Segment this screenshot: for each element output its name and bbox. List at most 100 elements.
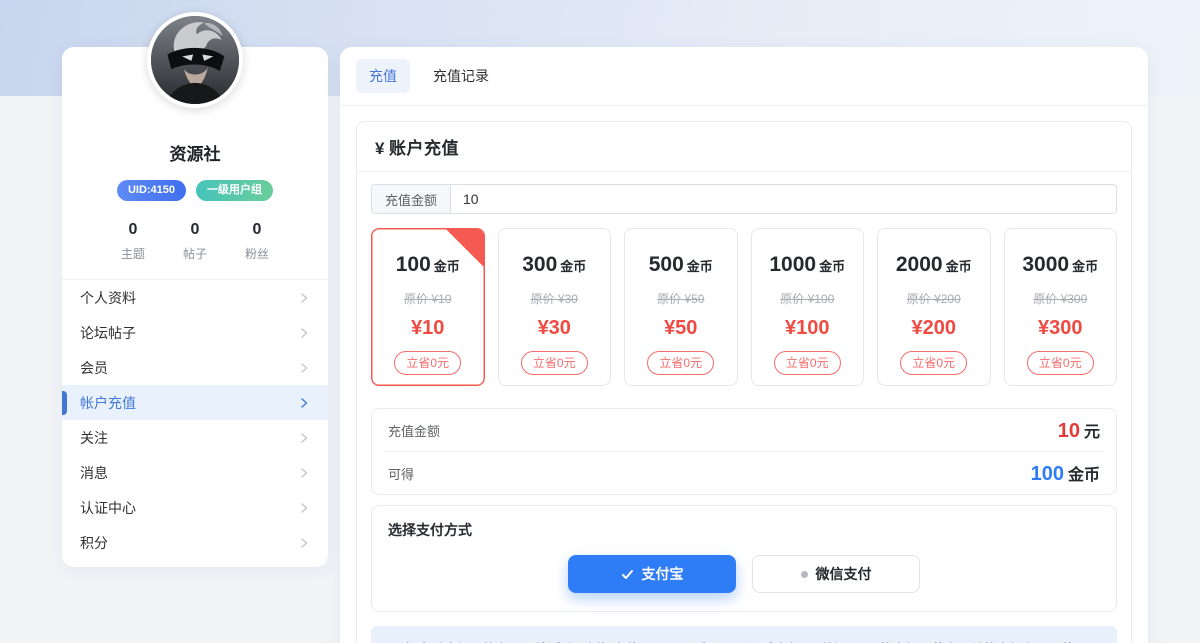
menu-item-label: 帐户充值 bbox=[80, 393, 136, 413]
package-card[interactable]: 3000金币 原价 ¥300 ¥300 立省0元 bbox=[1004, 228, 1118, 386]
sidebar-menu-item[interactable]: 个人资料 bbox=[62, 280, 328, 315]
chevron-right-icon bbox=[298, 362, 310, 374]
sidebar-menu-item[interactable]: 论坛帖子 bbox=[62, 315, 328, 350]
package-save-pill: 立省0元 bbox=[900, 351, 967, 375]
payment-section-title: 选择支付方式 bbox=[388, 520, 1100, 540]
package-coins-unit: 金币 bbox=[560, 259, 586, 274]
summary-amount-unit: 元 bbox=[1084, 424, 1100, 441]
package-coins-unit: 金币 bbox=[687, 259, 713, 274]
avatar bbox=[147, 12, 243, 108]
package-coins-number: 2000 bbox=[896, 253, 943, 276]
yen-icon: ¥ bbox=[375, 139, 385, 158]
profile-sidebar: 资源社 UID:4150一级用户组 0 主题 0 帖子 0 粉丝 个人资料 bbox=[62, 47, 328, 567]
package-card[interactable]: 500金币 原价 ¥50 ¥50 立省0元 bbox=[624, 228, 738, 386]
sidebar-menu-item[interactable]: 消息 bbox=[62, 455, 328, 490]
chevron-right-icon bbox=[298, 502, 310, 514]
package-coins-unit: 金币 bbox=[946, 259, 972, 274]
tab[interactable]: 充值 bbox=[356, 59, 410, 93]
package-card[interactable]: 100金币 原价 ¥10 ¥10 立省0元 bbox=[371, 228, 485, 386]
package-save-pill: 立省0元 bbox=[394, 351, 461, 375]
recharge-amount-input[interactable] bbox=[451, 185, 1116, 213]
summary-amount-number: 10 bbox=[1058, 420, 1080, 442]
payment-method-button[interactable]: 微信支付 bbox=[752, 555, 920, 593]
menu-item-label: 消息 bbox=[80, 463, 108, 483]
stat-item: 0 帖子 bbox=[178, 221, 212, 262]
sidebar-menu-item[interactable]: 关注 bbox=[62, 420, 328, 455]
package-price: ¥100 bbox=[752, 317, 864, 340]
package-save-pill: 立省0元 bbox=[521, 351, 588, 375]
summary-card: 充值金额 10元 可得 100金币 bbox=[371, 408, 1117, 495]
package-original-price: 原价 ¥100 bbox=[752, 290, 864, 307]
stat-label: 粉丝 bbox=[240, 245, 274, 262]
package-coins-number: 100 bbox=[396, 253, 431, 276]
summary-coins-label: 可得 bbox=[388, 464, 414, 483]
package-save-pill: 立省0元 bbox=[1027, 351, 1094, 375]
package-coins: 2000金币 bbox=[878, 253, 990, 277]
sidebar-menu-item[interactable]: 会员 bbox=[62, 350, 328, 385]
badge-row: UID:4150一级用户组 bbox=[62, 180, 328, 201]
stat-value: 0 bbox=[240, 221, 274, 239]
package-card[interactable]: 300金币 原价 ¥30 ¥30 立省0元 bbox=[498, 228, 612, 386]
summary-coins-number: 100 bbox=[1031, 463, 1064, 485]
package-price: ¥30 bbox=[499, 317, 611, 340]
package-coins-number: 500 bbox=[649, 253, 684, 276]
account-recharge-panel: ¥账户充值 充值金额 100金币 原价 ¥10 ¥10 立省0元 300金 bbox=[356, 121, 1132, 643]
package-coins-unit: 金币 bbox=[819, 259, 845, 274]
package-original-price: 原价 ¥30 bbox=[499, 290, 611, 307]
menu-item-label: 积分 bbox=[80, 533, 108, 553]
package-price: ¥300 bbox=[1005, 317, 1117, 340]
stat-item: 0 粉丝 bbox=[240, 221, 274, 262]
payment-method-label: 微信支付 bbox=[816, 564, 872, 584]
package-coins: 300金币 bbox=[499, 253, 611, 277]
avatar-image bbox=[151, 16, 239, 104]
sidebar-menu-item[interactable]: 帐户充值 bbox=[62, 385, 328, 420]
package-grid: 100金币 原价 ¥10 ¥10 立省0元 300金币 原价 ¥30 ¥30 立… bbox=[371, 228, 1117, 386]
recharge-amount-input-group: 充值金额 bbox=[371, 184, 1117, 214]
panel-title: ¥账户充值 bbox=[357, 122, 1131, 172]
sidebar-menu-item[interactable]: 认证中心 bbox=[62, 490, 328, 525]
package-coins-number: 3000 bbox=[1022, 253, 1069, 276]
stat-label: 主题 bbox=[116, 245, 150, 262]
payment-method-label: 支付宝 bbox=[642, 564, 684, 584]
tab[interactable]: 充值记录 bbox=[420, 59, 502, 93]
menu-item-label: 关注 bbox=[80, 428, 108, 448]
chevron-right-icon bbox=[298, 397, 310, 409]
package-card[interactable]: 1000金币 原价 ¥100 ¥100 立省0元 bbox=[751, 228, 865, 386]
amount-input-prefix-label: 充值金额 bbox=[372, 185, 451, 213]
menu-item-label: 论坛帖子 bbox=[80, 323, 136, 343]
package-card[interactable]: 2000金币 原价 ¥200 ¥200 立省0元 bbox=[877, 228, 991, 386]
sidebar-menu-item[interactable]: 积分 bbox=[62, 525, 328, 560]
radio-dot-icon bbox=[801, 571, 808, 578]
recharge-main-card: 充值充值记录 ¥账户充值 充值金额 100金币 原价 ¥10 ¥10 立省0元 bbox=[340, 47, 1148, 643]
package-coins: 100金币 bbox=[372, 253, 484, 277]
summary-amount-label: 充值金额 bbox=[388, 421, 440, 440]
package-coins: 3000金币 bbox=[1005, 253, 1117, 277]
summary-coins-unit: 金币 bbox=[1068, 467, 1100, 484]
summary-amount-value: 10元 bbox=[1058, 418, 1100, 443]
chevron-right-icon bbox=[298, 292, 310, 304]
active-indicator-bar bbox=[62, 391, 67, 415]
chevron-right-icon bbox=[298, 327, 310, 339]
package-coins-unit: 金币 bbox=[434, 259, 460, 274]
stat-label: 帖子 bbox=[178, 245, 212, 262]
menu-item-label: 认证中心 bbox=[80, 498, 136, 518]
package-save-pill: 立省0元 bbox=[774, 351, 841, 375]
chevron-right-icon bbox=[298, 537, 310, 549]
user-badge: 一级用户组 bbox=[196, 180, 273, 201]
package-save-pill: 立省0元 bbox=[647, 351, 714, 375]
username: 资源社 bbox=[62, 140, 328, 165]
payment-method-button[interactable]: 支付宝 bbox=[568, 555, 736, 593]
menu-item-label: 会员 bbox=[80, 358, 108, 378]
stat-value: 0 bbox=[116, 221, 150, 239]
package-original-price: 原价 ¥50 bbox=[625, 290, 737, 307]
package-coins-unit: 金币 bbox=[1072, 259, 1098, 274]
stat-item: 0 主题 bbox=[116, 221, 150, 262]
payment-card: 选择支付方式 支付宝 bbox=[371, 505, 1117, 612]
package-coins: 500金币 bbox=[625, 253, 737, 277]
payment-methods: 支付宝 微信支付 bbox=[388, 555, 1100, 593]
stat-value: 0 bbox=[178, 221, 212, 239]
package-coins: 1000金币 bbox=[752, 253, 864, 277]
summary-coins-value: 100金币 bbox=[1031, 461, 1100, 486]
sidebar-menu: 个人资料 论坛帖子 会员 bbox=[62, 279, 328, 560]
package-coins-number: 1000 bbox=[769, 253, 816, 276]
